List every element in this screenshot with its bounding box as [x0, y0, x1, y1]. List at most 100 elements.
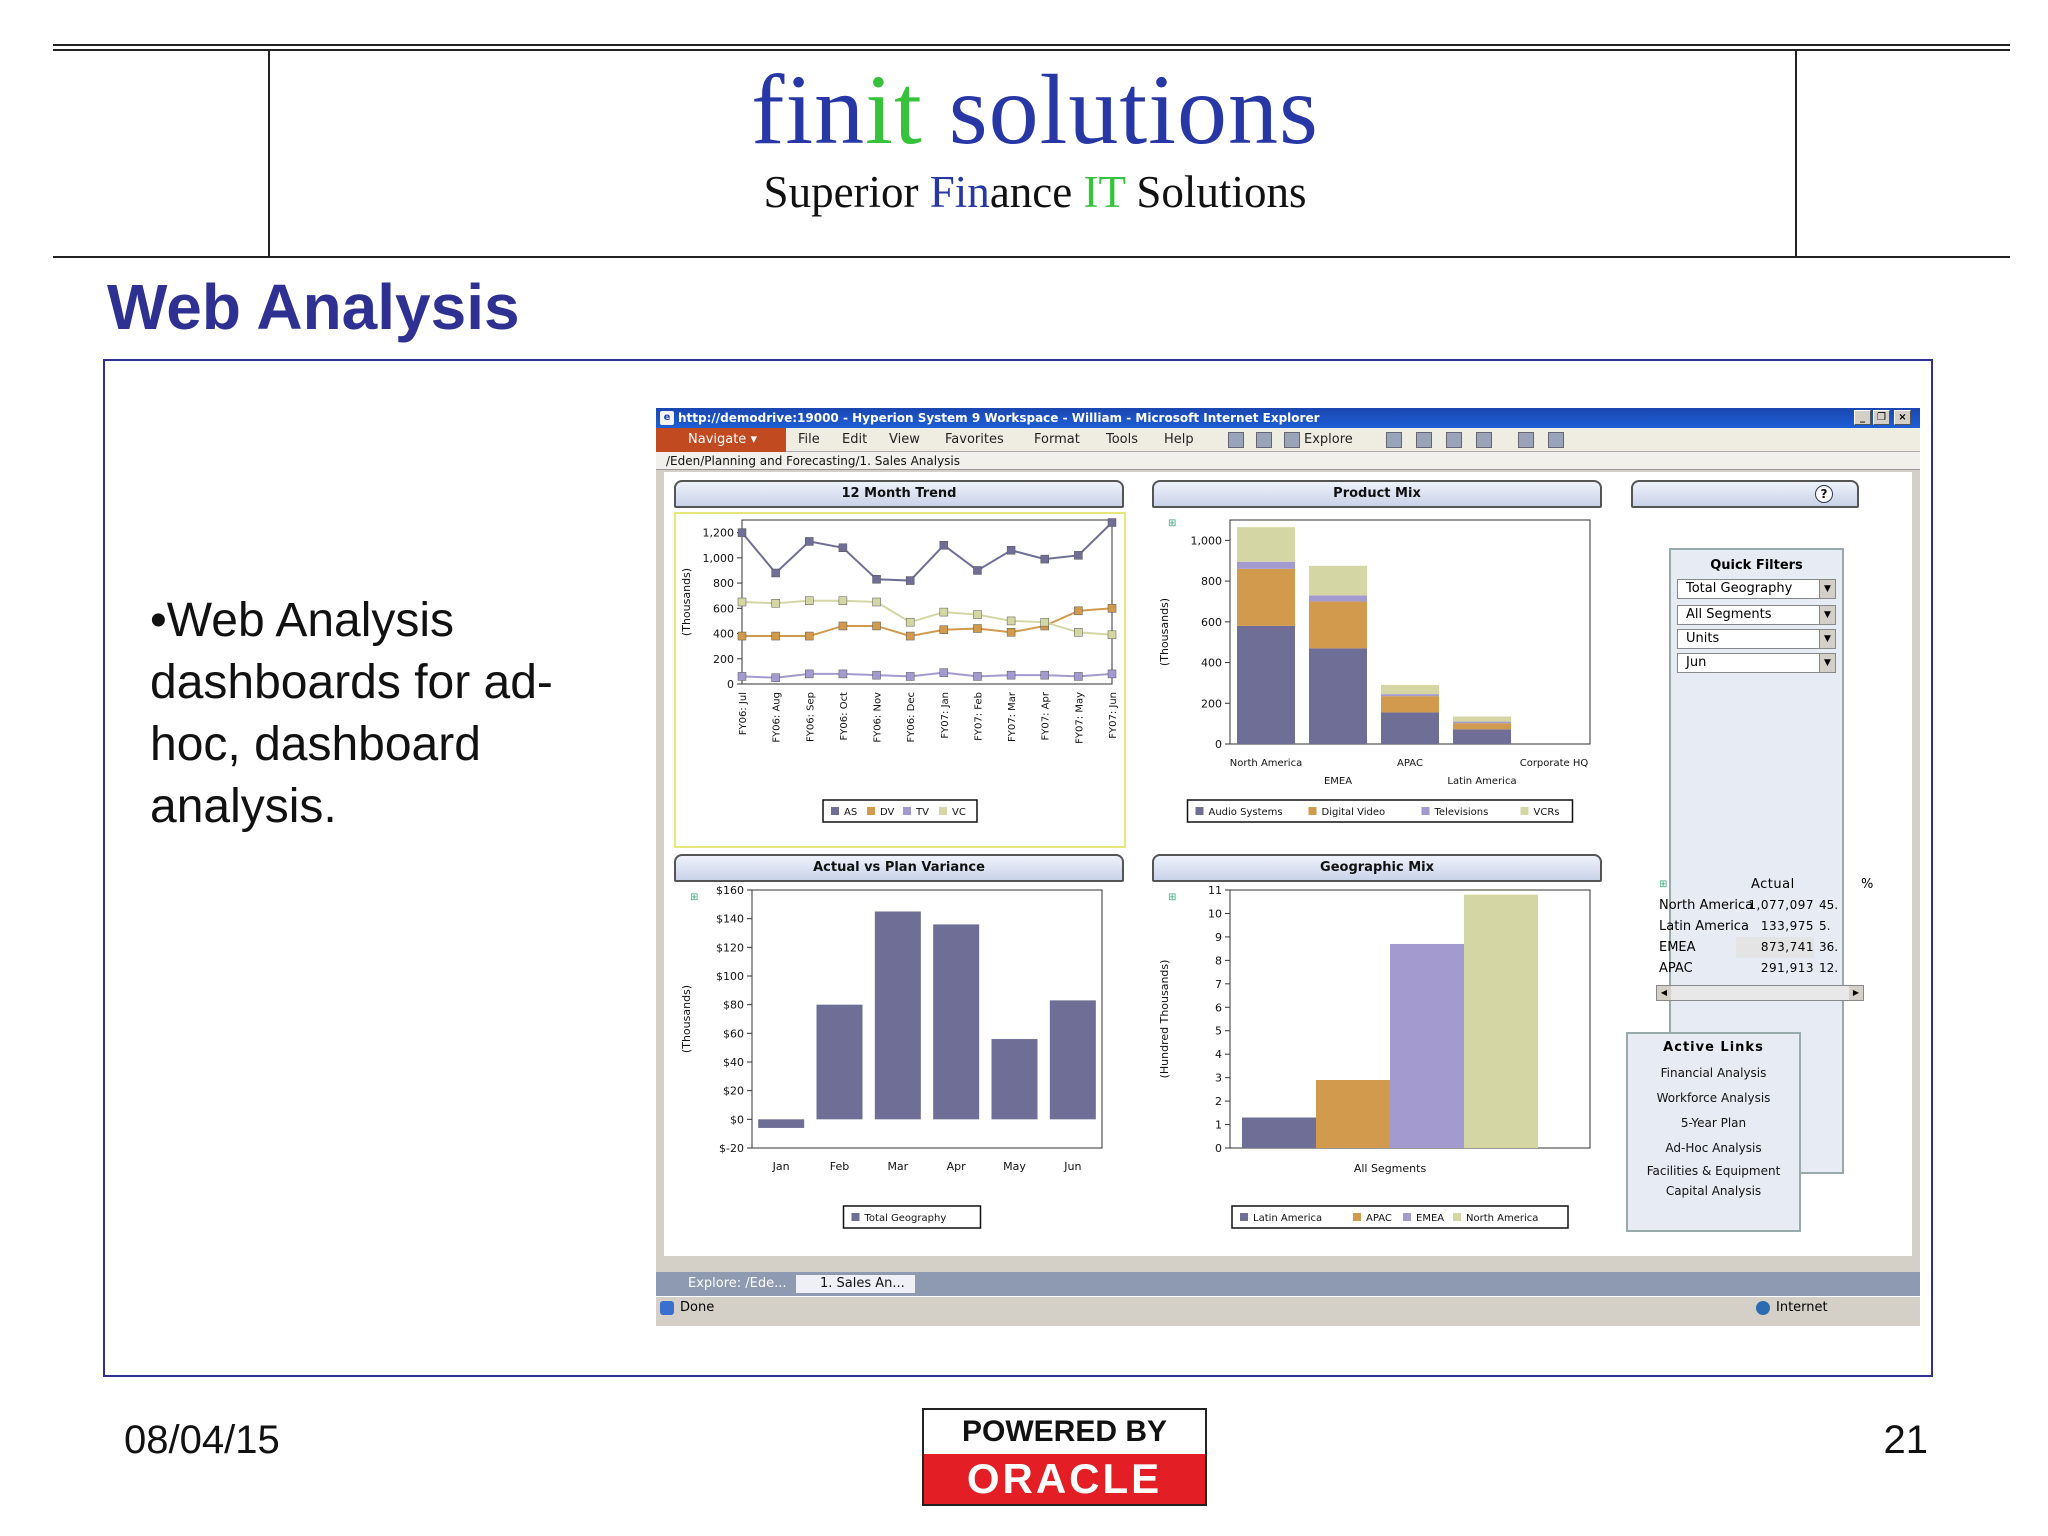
print-icon[interactable]: [1446, 432, 1462, 448]
stacked-bar-segment: [1381, 684, 1439, 695]
bar: [933, 924, 980, 1120]
tab-sales-analysis[interactable]: 1. Sales An...: [796, 1275, 915, 1293]
footer-date: 08/04/15: [124, 1418, 280, 1462]
data-point: [1107, 630, 1117, 640]
filter-units[interactable]: Units ▼: [1677, 629, 1836, 649]
series-line: [741, 671, 1113, 679]
y-tick-label: $40: [723, 1056, 744, 1069]
legend-label: Latin America: [1253, 1213, 1322, 1224]
menu-favorites[interactable]: Favorites: [945, 432, 1004, 447]
y-tick-label: 1,000: [703, 552, 735, 565]
page-icon: [660, 1301, 674, 1315]
explore-icon[interactable]: [1284, 432, 1300, 448]
filter-geography[interactable]: Total Geography ▼: [1677, 579, 1836, 599]
menu-edit[interactable]: Edit: [842, 432, 867, 447]
menu-format[interactable]: Format: [1034, 432, 1080, 447]
stacked-bar-segment: [1381, 696, 1439, 713]
filter-month[interactable]: Jun ▼: [1677, 653, 1836, 673]
active-links-panel: Active Links Financial Analysis Workforc…: [1626, 1032, 1801, 1232]
menu-tools[interactable]: Tools: [1106, 432, 1138, 447]
menu-help[interactable]: Help: [1164, 432, 1194, 447]
data-point: [1074, 628, 1083, 637]
legend-label: TV: [915, 807, 929, 818]
active-links-title: Active Links: [1663, 1040, 1764, 1055]
panel-header-side: ?: [1631, 480, 1859, 508]
logout-icon[interactable]: [1518, 432, 1534, 448]
legend-label: APAC: [1366, 1213, 1392, 1224]
y-tick-label: $120: [716, 941, 744, 954]
y-tick-label: 0: [1215, 738, 1222, 751]
chevron-down-icon[interactable]: ▼: [1819, 606, 1835, 624]
legend-label: EMEA: [1416, 1213, 1444, 1224]
data-point: [939, 668, 949, 677]
home-icon[interactable]: [1256, 432, 1272, 448]
data-point: [973, 566, 982, 575]
x-tick-label: FY07: Feb: [973, 692, 984, 741]
chevron-down-icon[interactable]: ▼: [1819, 630, 1835, 648]
grid-scrollbar[interactable]: ◀ ▶: [1656, 985, 1864, 1001]
filter-segments[interactable]: All Segments ▼: [1677, 605, 1836, 625]
close-icon[interactable]: ×: [1894, 410, 1911, 425]
legend-swatch: [1195, 807, 1204, 815]
y-tick-label: 1: [1215, 1119, 1222, 1132]
link-financial-analysis[interactable]: Financial Analysis: [1628, 1061, 1799, 1086]
chevron-down-icon[interactable]: ▼: [1819, 580, 1835, 598]
data-point: [872, 670, 881, 680]
restore-icon[interactable]: ❐: [1873, 410, 1890, 425]
tools-icon[interactable]: [1476, 432, 1492, 448]
header-rule-bottom: [53, 256, 2010, 258]
save-icon[interactable]: [1386, 432, 1402, 448]
link-facilities-equipment[interactable]: Facilities & Equipment: [1628, 1161, 1799, 1181]
data-point: [1040, 670, 1049, 680]
legend-label: DV: [880, 807, 895, 818]
legend-swatch: [1453, 1213, 1461, 1221]
link-5-year-plan[interactable]: 5-Year Plan: [1628, 1111, 1799, 1136]
scroll-left-icon[interactable]: ◀: [1657, 986, 1671, 1000]
help-icon[interactable]: ?: [1815, 485, 1833, 503]
y-tick-label: 4: [1215, 1048, 1222, 1061]
link-workforce-analysis[interactable]: Workforce Analysis: [1628, 1086, 1799, 1111]
y-tick-label: $20: [723, 1085, 744, 1098]
data-point: [905, 617, 915, 627]
stacked-bar-segment: [1237, 568, 1295, 626]
data-point: [905, 576, 915, 585]
x-tick-label: Corporate HQ: [1520, 758, 1589, 769]
y-tick-label: 600: [1201, 616, 1222, 629]
minimize-icon[interactable]: _: [1854, 410, 1871, 425]
navigate-button[interactable]: Navigate ▾: [656, 428, 786, 452]
data-point: [1006, 546, 1016, 555]
expand-icon[interactable]: ⊞: [1659, 874, 1667, 895]
series-line: [742, 607, 1113, 638]
link-ad-hoc-analysis[interactable]: Ad-Hoc Analysis: [1628, 1136, 1799, 1161]
y-tick-label: 800: [1201, 575, 1222, 588]
x-tick-label: FY06: Jul: [738, 692, 749, 735]
menu-file[interactable]: File: [798, 432, 820, 447]
y-tick-label: 11: [1208, 884, 1222, 897]
save-as-icon[interactable]: [1416, 432, 1432, 448]
y-tick-label: 0: [727, 678, 734, 691]
explore-button[interactable]: Explore: [1304, 432, 1353, 447]
data-point: [737, 672, 747, 681]
x-tick-label: FY07: Mar: [1007, 691, 1018, 742]
data-point: [838, 621, 848, 631]
open-folder-icon[interactable]: [1228, 432, 1244, 448]
bar: [1049, 1000, 1096, 1120]
legend-swatch: [1353, 1213, 1361, 1221]
help-icon[interactable]: [1548, 432, 1564, 448]
x-tick-label: APAC: [1397, 758, 1423, 769]
chevron-down-icon[interactable]: ▼: [1819, 654, 1835, 672]
data-point: [973, 610, 982, 619]
panel-header-trend: 12 Month Trend: [674, 480, 1124, 508]
y-tick-label: 6: [1215, 1001, 1222, 1014]
data-point: [1006, 628, 1016, 637]
quick-filters-title: Quick Filters: [1710, 558, 1803, 573]
scroll-right-icon[interactable]: ▶: [1849, 986, 1863, 1000]
link-capital-analysis[interactable]: Capital Analysis: [1628, 1181, 1799, 1201]
menu-view[interactable]: View: [889, 432, 920, 447]
tab-explore[interactable]: Explore: /Ede...: [666, 1275, 787, 1293]
y-tick-label: 800: [713, 577, 734, 590]
legend-swatch: [939, 807, 947, 815]
x-tick-label: EMEA: [1324, 776, 1352, 787]
stacked-bar-segment: [1309, 601, 1367, 649]
y-tick-label: 10: [1208, 907, 1222, 920]
